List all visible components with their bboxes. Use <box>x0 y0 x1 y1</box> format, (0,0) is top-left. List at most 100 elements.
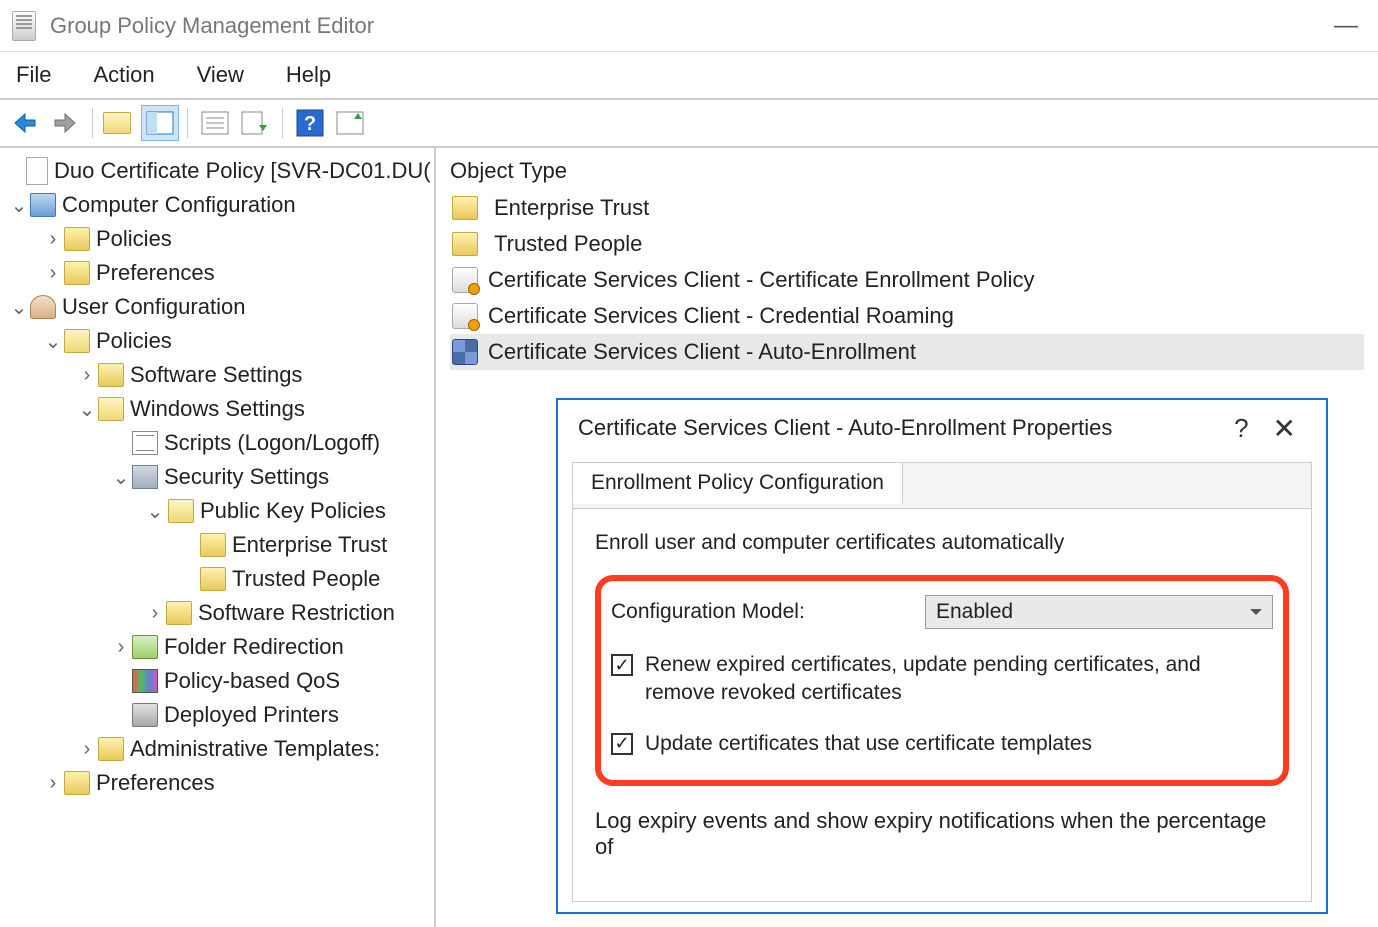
menu-view[interactable]: View <box>191 58 250 92</box>
renew-expired-checkbox[interactable]: ✓ <box>611 654 633 676</box>
tree-pkp[interactable]: ⌄Public Key Policies <box>6 494 434 528</box>
tree-enterprise-trust[interactable]: Enterprise Trust <box>6 528 434 562</box>
nav-forward-button[interactable] <box>46 105 84 141</box>
script-icon <box>132 431 158 455</box>
label: Folder Redirection <box>164 634 344 660</box>
printer-icon <box>132 703 158 727</box>
dialog-titlebar: Certificate Services Client - Auto-Enrol… <box>558 400 1326 456</box>
label: Security Settings <box>164 464 329 490</box>
tree-uc-prefs[interactable]: ›Preferences <box>6 766 434 800</box>
update-templates-label: Update certificates that use certificate… <box>645 730 1092 758</box>
list-item-selected[interactable]: Certificate Services Client - Auto-Enrol… <box>450 334 1364 370</box>
menu-file[interactable]: File <box>10 58 57 92</box>
user-icon <box>30 295 56 319</box>
config-model-dropdown[interactable]: Enabled <box>925 595 1273 629</box>
list-item[interactable]: Trusted People <box>450 226 1364 262</box>
policy-icon <box>26 157 48 185</box>
app-icon <box>12 11 36 41</box>
folder-icon <box>98 737 124 761</box>
folder-icon <box>200 567 226 591</box>
label: Scripts (Logon/Logoff) <box>164 430 380 456</box>
tree-policy-qos[interactable]: ·Policy-based QoS <box>6 664 434 698</box>
svg-text:?: ? <box>304 113 316 135</box>
qos-icon <box>132 669 158 693</box>
tree-pane[interactable]: ▾Duo Certificate Policy [SVR-DC01.DU( ⌄C… <box>0 148 436 927</box>
tree-deployed-printers[interactable]: ·Deployed Printers <box>6 698 434 732</box>
folder-icon <box>64 227 90 251</box>
list-item[interactable]: Certificate Services Client - Credential… <box>450 298 1364 334</box>
column-header-object-type[interactable]: Object Type <box>450 158 1364 184</box>
label: Computer Configuration <box>62 192 296 218</box>
window-title: Group Policy Management Editor <box>50 13 374 39</box>
menu-help[interactable]: Help <box>280 58 337 92</box>
label: Preferences <box>96 260 215 286</box>
update-templates-checkbox[interactable]: ✓ <box>611 733 633 755</box>
help-button[interactable]: ? <box>291 105 329 141</box>
tree-security-settings[interactable]: ⌄Security Settings <box>6 460 434 494</box>
show-hide-tree-button[interactable] <box>141 105 179 141</box>
label: Administrative Templates: <box>130 736 380 762</box>
tree-cc-policies[interactable]: ›Policies <box>6 222 434 256</box>
label: Trusted People <box>232 566 380 592</box>
tree-trusted-people[interactable]: Trusted People <box>6 562 434 596</box>
label: Public Key Policies <box>200 498 386 524</box>
window-titlebar: Group Policy Management Editor — <box>0 0 1378 52</box>
tree-folder-redirection[interactable]: ›Folder Redirection <box>6 630 434 664</box>
label: User Configuration <box>62 294 245 320</box>
folder-icon <box>452 196 478 220</box>
properties-dialog: Certificate Services Client - Auto-Enrol… <box>556 398 1328 914</box>
dialog-close-button[interactable]: ✕ <box>1263 412 1306 445</box>
folder-icon <box>98 397 124 421</box>
toolbar-separator <box>187 108 188 138</box>
label: Deployed Printers <box>164 702 339 728</box>
list-item[interactable]: Certificate Services Client - Certificat… <box>450 262 1364 298</box>
renew-expired-label: Renew expired certificates, update pendi… <box>645 651 1273 708</box>
tree-scripts[interactable]: ·Scripts (Logon/Logoff) <box>6 426 434 460</box>
properties-button[interactable] <box>196 105 234 141</box>
security-icon <box>132 465 158 489</box>
folder-icon <box>452 232 478 256</box>
tree-uc-policies[interactable]: ⌄Policies <box>6 324 434 358</box>
certificate-icon <box>452 303 478 329</box>
tree-computer-config[interactable]: ⌄Computer Configuration <box>6 188 434 222</box>
tree-root-label: Duo Certificate Policy [SVR-DC01.DU( <box>54 158 431 184</box>
label: Software Settings <box>130 362 302 388</box>
config-model-label: Configuration Model: <box>611 600 805 624</box>
tree-software-restriction[interactable]: ›Software Restriction <box>6 596 434 630</box>
tree-user-config[interactable]: ⌄User Configuration <box>6 290 434 324</box>
folder-icon <box>98 363 124 387</box>
dialog-body: Enrollment Policy Configuration Enroll u… <box>572 462 1312 902</box>
tree-software-settings[interactable]: ›Software Settings <box>6 358 434 392</box>
nav-back-button[interactable] <box>6 105 44 141</box>
label: Software Restriction <box>198 600 395 626</box>
export-list-button[interactable] <box>236 105 274 141</box>
folder-icon <box>166 601 192 625</box>
computer-icon <box>30 193 56 217</box>
tab-enrollment-policy[interactable]: Enrollment Policy Configuration <box>572 462 903 504</box>
tree-root[interactable]: ▾Duo Certificate Policy [SVR-DC01.DU( <box>6 154 434 188</box>
folder-icon <box>168 499 194 523</box>
toolbar: ? <box>0 100 1378 148</box>
label: Policies <box>96 328 172 354</box>
refresh-button[interactable] <box>331 105 369 141</box>
dialog-help-button[interactable]: ? <box>1220 413 1262 444</box>
minimize-button[interactable]: — <box>1326 12 1366 40</box>
menubar: File Action View Help <box>0 52 1378 100</box>
dropdown-value: Enabled <box>936 600 1013 624</box>
tree-cc-prefs[interactable]: ›Preferences <box>6 256 434 290</box>
highlighted-region: Configuration Model: Enabled ✓ Renew exp… <box>595 575 1289 786</box>
label: Policies <box>96 226 172 252</box>
folder-icon <box>200 533 226 557</box>
toolbar-separator <box>92 108 93 138</box>
toolbar-separator <box>282 108 283 138</box>
list-item[interactable]: Enterprise Trust <box>450 190 1364 226</box>
folder-icon <box>64 329 90 353</box>
folder-icon <box>64 261 90 285</box>
up-folder-button[interactable] <box>101 105 139 141</box>
folder-redirect-icon <box>132 635 158 659</box>
label: Windows Settings <box>130 396 305 422</box>
tree-admin-templates[interactable]: ›Administrative Templates: <box>6 732 434 766</box>
menu-action[interactable]: Action <box>87 58 160 92</box>
tree-windows-settings[interactable]: ⌄Windows Settings <box>6 392 434 426</box>
dialog-intro-text: Enroll user and computer certificates au… <box>595 531 1289 555</box>
